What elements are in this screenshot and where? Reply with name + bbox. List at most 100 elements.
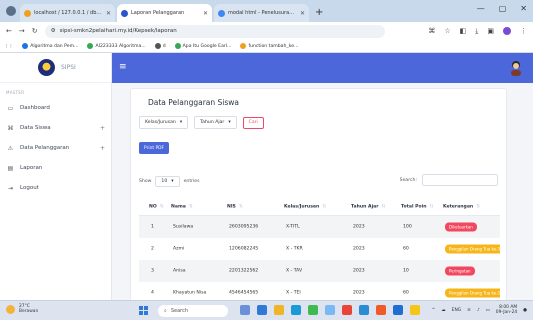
column-header[interactable]: Tahun Ajar ⇅ — [351, 204, 385, 209]
search-input[interactable] — [422, 174, 498, 186]
close-window-icon[interactable]: ✕ — [520, 4, 527, 13]
volume-icon[interactable]: ♪ — [477, 308, 480, 313]
taskbar-app-icon[interactable] — [291, 305, 301, 315]
student-name: Anisa — [173, 268, 186, 274]
sort-icon: ⇅ — [159, 204, 164, 209]
column-header[interactable]: NO ⇅ — [149, 204, 164, 209]
sidebar-nav: ▭ Dashboard ⌘ Data Siswa + ⚠ Data Pelanggaran +… — [0, 101, 111, 195]
taskbar-app-icon[interactable] — [325, 305, 335, 315]
close-tab-icon[interactable]: ✕ — [203, 10, 208, 17]
sidebar: SIPSI MASTER ▭ Dashboard ⌘ Data Siswa + ⚠ Data… — [0, 53, 112, 300]
profile-avatar[interactable] — [503, 27, 511, 35]
translate-icon[interactable]: ⌘ — [428, 27, 435, 35]
tab-favicon-icon — [24, 9, 31, 17]
language-indicator[interactable]: ENG — [452, 308, 461, 313]
print-pdf-button[interactable]: Print PDF — [139, 142, 170, 154]
site-info-icon[interactable]: ⚙ — [51, 28, 56, 34]
address-bar[interactable]: ⚙ sipsi-smkn2pelaihari.my.id/Kepsek/lapo… — [44, 24, 385, 38]
bookmark-star-icon[interactable]: ☆ — [444, 27, 450, 35]
column-header-label: Tahun Ajar — [351, 204, 379, 209]
sidebar-item-logout[interactable]: ⇥ Logout — [0, 181, 111, 195]
kelas-select[interactable]: Kelas/Jurusan ▾ — [139, 116, 189, 129]
column-header[interactable]: Total Poin ⇅ — [401, 204, 433, 209]
keterangan-cell: Panggilan Orang Tua ke-3 — [445, 244, 500, 254]
cloud-icon[interactable]: ☁ — [441, 308, 445, 313]
bookmark-label: Algoritma dan Pem... — [30, 43, 79, 49]
entries-select[interactable]: 10 ▾ — [155, 176, 180, 187]
sidepanel-icon[interactable]: ▣ — [487, 27, 494, 35]
toolbar-actions: ⌘ ☆ ◧ ⤓ ▣ ⋮ — [428, 27, 527, 36]
expand-plus-icon[interactable]: + — [100, 125, 105, 132]
sidebar-item-data-pelanggaran[interactable]: ⚠ Data Pelanggaran + — [0, 141, 111, 155]
sidebar-item-laporan[interactable]: ▤ Laporan — [0, 161, 111, 175]
bookmark-label: Apa Itu Google Earl... — [182, 43, 232, 49]
bookmark-item[interactable]: Algoritma dan Pem... — [22, 43, 78, 49]
new-tab-button[interactable]: + — [315, 7, 323, 18]
sidebar-item-label: Laporan — [20, 165, 43, 171]
column-header[interactable]: Keterangan ⇅ — [443, 204, 480, 209]
taskbar-app-icon[interactable] — [410, 305, 420, 315]
bookmark-item[interactable]: function tambah_ke... — [240, 43, 298, 49]
main-content: Data Pelanggaran Siswa Kelas/Jurusan ▾ T… — [112, 83, 533, 305]
entries-value: 10 — [161, 179, 168, 184]
tab-search-icon[interactable] — [6, 6, 16, 16]
windows-start-icon[interactable] — [139, 306, 148, 315]
search-label: Search: — [399, 177, 417, 183]
column-header[interactable]: Kelas/Jurusan ⇅ — [284, 204, 326, 209]
extensions-icon[interactable]: ◧ — [460, 27, 467, 35]
taskbar-app-icon[interactable] — [257, 305, 267, 315]
close-tab-icon[interactable]: ✕ — [106, 10, 111, 17]
total-points: 60 — [403, 246, 409, 252]
bookmark-item[interactable]: AI223333 Algoritma... — [87, 43, 146, 49]
table-row: 1 Susilawa 2603095236 X-TITL 2023 100 Dikeluar… — [139, 216, 500, 238]
tahun-select[interactable]: Tahun Ajar ▾ — [194, 116, 237, 129]
taskbar-app-icon[interactable] — [376, 305, 386, 315]
chrome-icon[interactable] — [342, 305, 352, 315]
keterangan-cell: Panggilan Orang Tua ke-3 — [445, 288, 500, 298]
chevron-up-icon[interactable]: ^ — [432, 308, 436, 313]
browser-tab[interactable]: Laporan Pelanggaran ✕ — [117, 4, 212, 22]
column-header[interactable]: NIS ⇅ — [227, 204, 243, 209]
taskbar-search[interactable]: ⌕ Search — [158, 305, 228, 317]
kelas-select-value: Kelas/Jurusan — [145, 120, 176, 125]
taskbar-apps — [240, 305, 420, 315]
wifi-icon[interactable]: ≋ — [467, 308, 471, 313]
clock[interactable]: 8:00 AM 09-Jan-24 — [496, 305, 517, 315]
sidebar-item-dashboard[interactable]: ▭ Dashboard — [0, 101, 111, 115]
minimize-icon[interactable]: — — [477, 4, 485, 13]
search-icon: ⌕ — [164, 308, 167, 314]
show-label: Show — [139, 179, 152, 184]
apps-grid-icon[interactable]: ⋮⋮ — [4, 44, 13, 49]
taskbar-app-icon[interactable] — [308, 305, 318, 315]
reload-icon[interactable]: ↻ — [32, 27, 38, 35]
hamburger-menu-icon[interactable]: ≡ — [119, 63, 127, 72]
bookmark-item[interactable]: Apa Itu Google Earl... — [174, 43, 232, 49]
bookmark-favicon-icon — [154, 43, 161, 49]
battery-icon[interactable]: ▭ — [486, 308, 490, 313]
menu-icon[interactable]: ⋮ — [520, 27, 527, 35]
back-icon[interactable]: ← — [6, 27, 12, 35]
cari-button[interactable]: Cari — [242, 116, 264, 129]
taskbar-app-icon[interactable] — [359, 305, 369, 315]
tab-title: modal html - Penelusuran Google — [228, 10, 297, 16]
close-tab-icon[interactable]: ✕ — [300, 10, 305, 17]
page-title: Data Pelanggaran Siswa — [148, 98, 240, 107]
sidebar-item-data-siswa[interactable]: ⌘ Data Siswa + — [0, 121, 111, 135]
table-row: 2 Azmi 1206082245 X - TKR 2023 60 Panggilan Or… — [139, 238, 500, 260]
weather-widget[interactable]: 27°C Berawan — [6, 304, 38, 314]
expand-plus-icon[interactable]: + — [100, 145, 105, 152]
column-header[interactable]: Nama ⇅ — [171, 204, 193, 209]
browser-tab[interactable]: localhost / 127.0.0.1 / db_pelanggaran✕ — [20, 4, 115, 22]
download-icon[interactable]: ⤓ — [475, 27, 478, 36]
folder-icon[interactable] — [274, 305, 284, 315]
chevron-down-icon: ▾ — [179, 120, 183, 125]
browser-tab[interactable]: modal html - Penelusuran Google✕ — [214, 4, 309, 22]
bookmark-item[interactable]: d — [154, 43, 166, 49]
taskbar-app-icon[interactable] — [240, 305, 250, 315]
notification-icon[interactable]: ● — [523, 308, 527, 313]
taskbar-app-icon[interactable] — [393, 305, 403, 315]
maximize-icon[interactable]: ▢ — [499, 4, 507, 13]
user-avatar-icon[interactable] — [509, 60, 523, 76]
forward-icon[interactable]: → — [19, 27, 25, 35]
school-year: 2023 — [353, 224, 365, 230]
